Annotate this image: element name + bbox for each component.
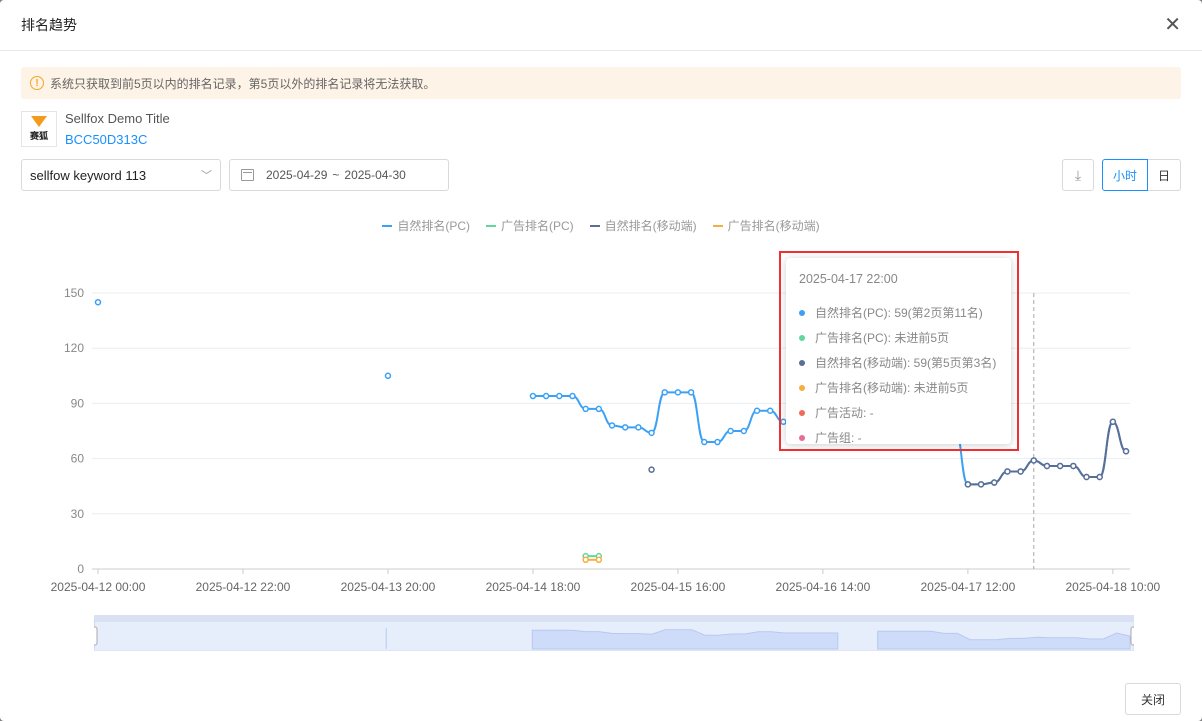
chart-legend: 自然排名(PC) 广告排名(PC) 自然排名(移动端) 广告排名(移动端) — [0, 217, 1202, 234]
product-info: 赛狐 Sellfox Demo Title BCC50D313C — [21, 111, 170, 147]
data-point — [714, 438, 721, 446]
slider-preview — [531, 629, 839, 650]
y-tick-label: 0 — [77, 562, 84, 576]
x-tick-label: 2025-04-17 12:00 — [921, 580, 1016, 594]
rank-trend-dialog: 排名趋势 ✕ ! 系统只获取到前5页以内的排名记录，第5页以外的排名记录将无法获… — [0, 0, 1202, 721]
download-button[interactable]: ⤓ — [1062, 159, 1094, 191]
data-point — [990, 479, 998, 486]
slider-handle-left[interactable] — [94, 626, 98, 646]
x-tick-label: 2025-04-12 22:00 — [196, 580, 291, 594]
x-tick-label: 2025-04-15 16:00 — [631, 580, 726, 594]
data-point — [740, 427, 748, 435]
data-point — [648, 466, 655, 473]
keyword-value: sellfow keyword 113 — [30, 167, 147, 183]
data-point — [753, 407, 761, 415]
warning-icon: ! — [30, 76, 44, 90]
data-point — [674, 389, 682, 396]
data-point — [1056, 462, 1064, 470]
y-tick-label: 120 — [64, 341, 84, 355]
data-point — [1096, 473, 1103, 481]
y-tick-label: 30 — [71, 507, 85, 521]
data-point — [529, 392, 537, 400]
x-tick-label: 2025-04-18 10:00 — [1065, 580, 1160, 594]
data-point — [635, 424, 642, 431]
data-point — [94, 298, 102, 306]
data-point — [1030, 457, 1038, 464]
data-point — [701, 438, 708, 446]
date-end: 2025-04-30 — [344, 168, 406, 182]
granularity-day[interactable]: 日 — [1148, 159, 1182, 191]
data-point — [977, 481, 985, 488]
data-point — [727, 427, 734, 435]
data-point — [1122, 447, 1130, 455]
highlight-box — [779, 251, 1019, 451]
legend-item[interactable]: 自然排名(PC) — [382, 217, 470, 234]
close-button[interactable]: 关闭 — [1125, 683, 1181, 715]
data-point — [1070, 462, 1077, 470]
dialog-header: 排名趋势 ✕ — [0, 0, 1202, 51]
legend-item[interactable]: 自然排名(移动端) — [589, 217, 697, 234]
data-point — [766, 407, 774, 415]
data-point — [556, 392, 563, 400]
data-point — [964, 481, 972, 488]
data-point — [569, 392, 576, 400]
x-tick-label: 2025-04-16 14:00 — [776, 580, 871, 594]
data-point — [582, 405, 589, 413]
data-point — [1083, 473, 1090, 481]
data-point — [661, 389, 668, 396]
y-tick-label: 60 — [71, 452, 85, 466]
keyword-select[interactable]: sellfow keyword 113 ﹀ — [21, 159, 221, 191]
info-alert: ! 系统只获取到前5页以内的排名记录，第5页以外的排名记录将无法获取。 — [21, 67, 1181, 99]
data-point — [542, 392, 550, 400]
calendar-icon — [241, 169, 254, 181]
data-point — [1043, 462, 1051, 470]
data-point — [384, 372, 392, 380]
data-point — [1004, 468, 1011, 475]
alert-text: 系统只获取到前5页以内的排名记录，第5页以外的排名记录将无法获取。 — [50, 76, 436, 91]
data-point — [595, 556, 603, 564]
product-name: Sellfox Demo Title — [65, 111, 170, 126]
data-point — [1017, 468, 1024, 475]
x-tick-label: 2025-04-13 20:00 — [341, 580, 436, 594]
legend-item[interactable]: 广告排名(PC) — [486, 217, 574, 234]
close-icon[interactable]: ✕ — [1164, 15, 1181, 35]
data-point — [687, 389, 695, 396]
granularity-hour[interactable]: 小时 — [1102, 159, 1149, 191]
y-tick-label: 90 — [71, 396, 85, 410]
product-logo: 赛狐 — [21, 111, 57, 147]
chevron-down-icon: ﹀ — [201, 170, 212, 182]
dialog-title: 排名趋势 — [21, 17, 77, 33]
data-point — [595, 405, 603, 413]
date-start: 2025-04-29 — [266, 168, 328, 182]
granularity-toggle: 小时 日 — [1102, 159, 1182, 191]
data-point — [608, 422, 616, 429]
data-point — [582, 556, 589, 564]
y-tick-label: 150 — [64, 286, 84, 300]
date-range-picker[interactable]: 2025-04-29 ~ 2025-04-30 — [229, 159, 449, 191]
x-tick-label: 2025-04-12 00:00 — [51, 580, 146, 594]
slider-handle-right[interactable] — [1130, 626, 1134, 646]
data-point — [621, 424, 629, 431]
download-icon: ⤓ — [1074, 166, 1082, 183]
product-asin-link[interactable]: BCC50D313C — [65, 132, 170, 147]
slider-bar — [94, 615, 1134, 622]
date-separator: ~ — [332, 168, 340, 182]
legend-item[interactable]: 广告排名(移动端) — [712, 217, 820, 234]
rank-chart: 0 30 60 90 120 150 2025-04-12 00:00 2025-04-12 … — [51, 286, 1161, 594]
data-point — [648, 429, 655, 437]
x-tick-label: 2025-04-14 18:00 — [486, 580, 581, 594]
data-point — [1109, 418, 1117, 426]
data-zoom-slider[interactable] — [94, 615, 1134, 651]
